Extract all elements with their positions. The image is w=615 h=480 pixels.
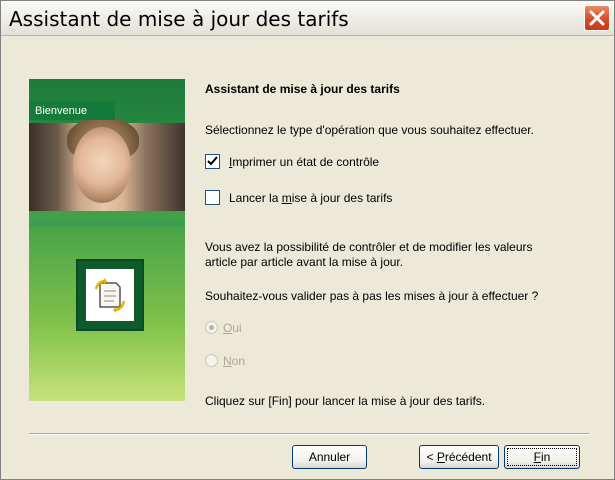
finish-button[interactable]: Fin — [504, 445, 580, 469]
print-report-label[interactable]: Imprimer un état de contrôle — [229, 155, 379, 169]
radio-non-label[interactable]: Non — [223, 354, 245, 368]
checkmark-icon — [207, 156, 218, 166]
close-button[interactable] — [584, 5, 610, 31]
radio-oui[interactable] — [205, 321, 218, 334]
cancel-button[interactable]: Annuler — [292, 445, 367, 469]
update-prices-checkbox[interactable] — [205, 190, 220, 205]
wizard-window: Assistant de mise à jour des tarifs Bien… — [0, 0, 615, 480]
title-bar[interactable]: Assistant de mise à jour des tarifs — [1, 1, 614, 36]
intro-text: Sélectionnez le type d'opération que vou… — [205, 123, 534, 137]
document-arrows-icon — [94, 278, 126, 313]
close-icon — [589, 10, 605, 26]
separator — [29, 433, 589, 435]
radio-oui-label[interactable]: Oui — [223, 321, 242, 335]
radio-non[interactable] — [205, 354, 218, 367]
page-heading: Assistant de mise à jour des tarifs — [205, 82, 400, 96]
sidebar-tag: Bienvenue — [29, 102, 115, 120]
update-prices-label[interactable]: Lancer la mise à jour des tarifs — [229, 191, 392, 205]
print-report-checkbox[interactable] — [205, 154, 220, 169]
wizard-icon — [76, 259, 144, 331]
info-line-1: Vous avez la possibilité de contrôler et… — [205, 240, 533, 254]
wizard-sidebar-image: Bienvenue — [29, 79, 185, 401]
welcome-photo — [29, 117, 185, 211]
info-line-2: article par article avant la mise à jour… — [205, 255, 404, 269]
previous-button[interactable]: < Précédent — [419, 445, 499, 469]
question-text: Souhaitez-vous valider pas à pas les mis… — [205, 289, 539, 303]
window-title: Assistant de mise à jour des tarifs — [9, 7, 349, 31]
footer-text: Cliquez sur [Fin] pour lancer la mise à … — [205, 394, 486, 408]
